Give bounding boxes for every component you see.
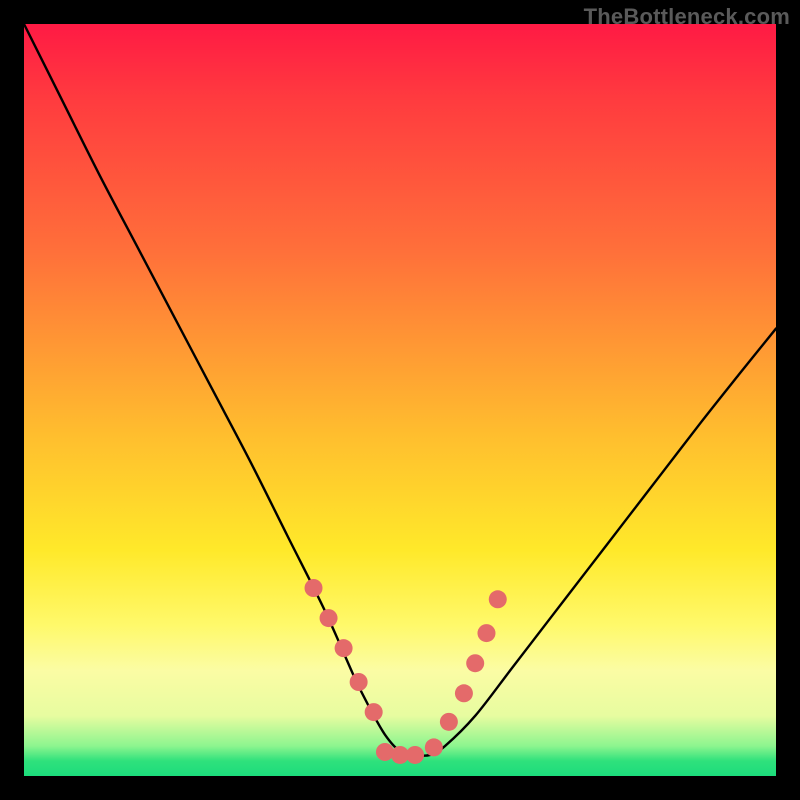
chart-frame: TheBottleneck.com <box>0 0 800 800</box>
highlight-marker <box>455 684 473 702</box>
highlight-markers <box>305 579 507 764</box>
highlight-marker <box>489 590 507 608</box>
highlight-marker <box>305 579 323 597</box>
highlight-marker <box>350 673 368 691</box>
bottleneck-curve <box>24 24 776 756</box>
plot-area <box>24 24 776 776</box>
highlight-marker <box>477 624 495 642</box>
chart-svg <box>24 24 776 776</box>
highlight-marker <box>365 703 383 721</box>
highlight-marker <box>320 609 338 627</box>
highlight-marker <box>440 713 458 731</box>
highlight-marker <box>406 746 424 764</box>
highlight-marker <box>466 654 484 672</box>
highlight-marker <box>335 639 353 657</box>
watermark-text: TheBottleneck.com <box>584 4 790 30</box>
highlight-marker <box>425 738 443 756</box>
highlight-marker <box>376 743 394 761</box>
